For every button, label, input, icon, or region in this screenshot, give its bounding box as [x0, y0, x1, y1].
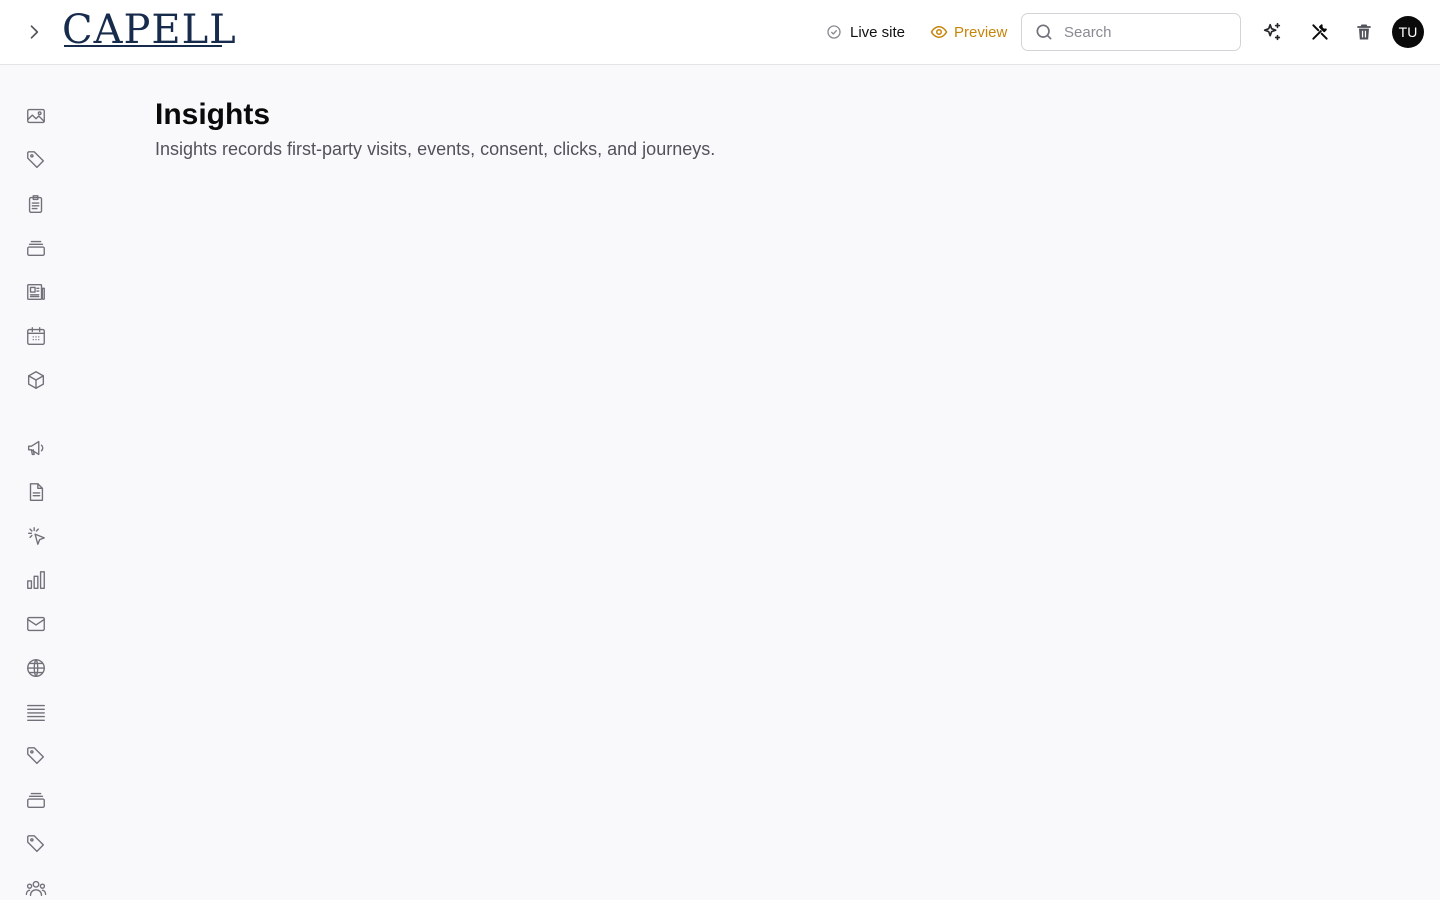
tools-button[interactable] — [1308, 20, 1332, 44]
preview-link[interactable]: Preview — [930, 20, 1007, 44]
expand-sidebar-button[interactable] — [20, 18, 48, 46]
user-avatar[interactable]: TU — [1392, 16, 1424, 48]
sidebar-item-mail[interactable] — [24, 612, 48, 636]
page-description: Insights records first-party visits, eve… — [155, 139, 716, 159]
clipboard-icon — [25, 193, 47, 215]
sidebar-item-interactions[interactable] — [24, 524, 48, 548]
live-site-link[interactable]: Live site — [826, 20, 905, 44]
list-icon — [25, 701, 47, 723]
cube-icon — [25, 369, 47, 391]
sidebar-item-campaigns[interactable] — [24, 436, 48, 460]
sidebar-item-labels[interactable] — [24, 744, 48, 768]
logo-underline — [64, 45, 222, 47]
preview-label: Preview — [954, 23, 1008, 41]
sidebar-item-lists[interactable] — [24, 700, 48, 724]
sidebar-item-pricing[interactable] — [24, 832, 48, 856]
bar-chart-icon — [25, 569, 47, 591]
globe-icon — [25, 657, 47, 679]
sidebar-item-forms[interactable] — [24, 192, 48, 216]
sidebar — [0, 65, 72, 900]
sidebar-item-archive[interactable] — [24, 236, 48, 260]
mail-icon — [25, 613, 47, 635]
megaphone-icon — [25, 437, 47, 459]
search-input[interactable] — [1064, 23, 1224, 41]
image-icon — [25, 105, 47, 127]
chevron-right-icon — [24, 22, 44, 42]
tag-icon — [25, 745, 47, 767]
sidebar-item-users[interactable] — [24, 876, 48, 900]
page-title: Insights — [155, 98, 271, 131]
cursor-click-icon — [25, 525, 47, 547]
tag-icon — [25, 833, 47, 855]
sparkles-icon — [1261, 21, 1283, 43]
tools-icon — [1310, 22, 1330, 42]
sidebar-item-calendar[interactable] — [24, 324, 48, 348]
trash-icon — [1354, 22, 1374, 42]
eye-icon — [930, 23, 948, 41]
trash-button[interactable] — [1352, 20, 1376, 44]
ai-assistant-button[interactable] — [1260, 20, 1284, 44]
live-site-label: Live site — [850, 23, 906, 41]
sidebar-item-products[interactable] — [24, 368, 48, 392]
calendar-icon — [25, 325, 47, 347]
newspaper-icon — [25, 281, 47, 303]
document-icon — [25, 481, 47, 503]
sidebar-item-media[interactable] — [24, 104, 48, 128]
archive-icon — [25, 789, 47, 811]
users-icon — [25, 877, 47, 899]
sidebar-item-storage[interactable] — [24, 788, 48, 812]
sidebar-item-insights[interactable] — [24, 568, 48, 592]
top-bar: CAPELL Live site Preview TU — [0, 0, 1440, 65]
search-box[interactable] — [1021, 13, 1241, 51]
tag-icon — [25, 149, 47, 171]
sidebar-item-documents[interactable] — [24, 480, 48, 504]
sidebar-item-tags[interactable] — [24, 148, 48, 172]
search-icon — [1034, 22, 1054, 42]
archive-icon — [25, 237, 47, 259]
check-circle-icon — [826, 24, 842, 40]
sidebar-item-sites[interactable] — [24, 656, 48, 680]
main-content: Insights Insights records first-party vi… — [155, 96, 1355, 162]
sidebar-item-news[interactable] — [24, 280, 48, 304]
